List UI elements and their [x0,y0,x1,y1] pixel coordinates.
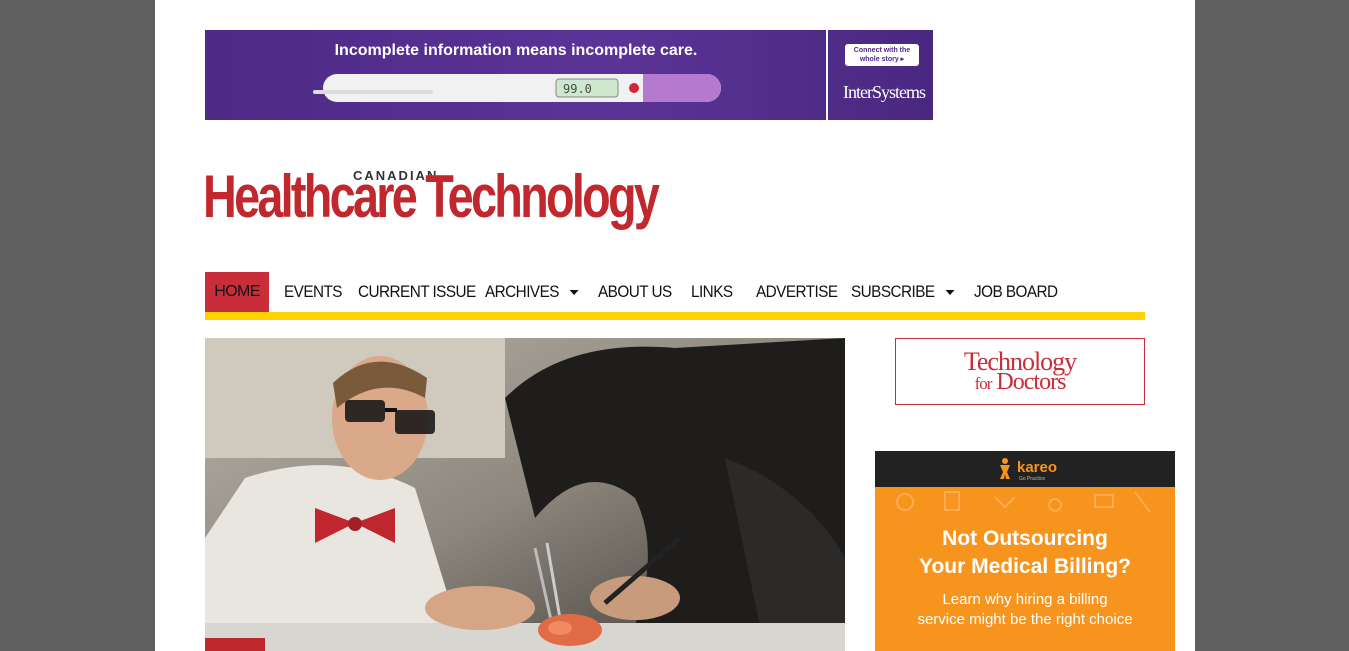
nav-job-board[interactable]: JOB BOARD [974,272,1058,312]
ad-headline: Incomplete information means incomplete … [334,42,698,59]
ad-divider [826,30,828,120]
hero-image[interactable] [205,338,845,651]
site-logo[interactable]: CANADIAN Healthcare Technology [203,163,660,246]
nav-current-issue-label: CURRENT ISSUE [358,282,476,301]
logo-name: Healthcare Technology [203,163,660,230]
kareo-person-icon [1000,458,1010,479]
connect-line-2: whole story ▸ [859,56,905,63]
chevron-down-icon [945,290,955,296]
technology-for-doctors-banner[interactable]: Technology for Doctors [895,338,1145,405]
top-banner-ad[interactable]: Incomplete information means incomplete … [205,30,933,120]
chevron-down-icon [569,290,579,296]
nav-archives-label: ARCHIVES [485,282,559,301]
nav-about-us[interactable]: ABOUT US [598,272,672,312]
nav-subscribe[interactable]: SUBSCRIBE [851,272,955,312]
connect-line-1: Connect with the [853,47,911,54]
thermometer-image: 99.0 [313,74,721,102]
tfd-line-2-wrapper: for Doctors [896,369,1144,396]
thermometer-reading: 99.0 [563,82,592,96]
nav-underline-bar [205,312,1145,320]
intersystems-logo: InterSystems [843,82,926,102]
nav-archives[interactable]: ARCHIVES [485,272,579,312]
nav-links[interactable]: LINKS [691,272,733,312]
kareo-ad[interactable]: kareo Go Practice Not Outsourcing Your M… [875,451,1175,651]
kareo-brand-sub: Go Practice [1019,476,1046,482]
nav-home[interactable]: HOME [205,272,269,312]
kareo-sub-2: service might be the right choice [917,611,1133,628]
kareo-pattern-icon [896,491,1151,513]
tfd-for: for [974,374,993,393]
nav-job-board-label: JOB BOARD [974,282,1058,301]
nav-events-label: EVENTS [284,282,343,301]
main-nav: HOME EVENTS CURRENT ISSUE ARCHIVES ABOUT… [205,272,1145,312]
kareo-brand: kareo [1017,459,1058,476]
hero-illustration [205,338,845,651]
kareo-headline-2: Your Medical Billing? [919,555,1131,578]
nav-advertise-label: ADVERTISE [756,282,838,301]
nav-advertise[interactable]: ADVERTISE [756,272,838,312]
nav-subscribe-label: SUBSCRIBE [851,282,935,301]
connect-button[interactable]: Connect with the whole story ▸ [845,44,919,66]
nav-links-label: LINKS [691,282,733,301]
nav-about-us-label: ABOUT US [598,282,672,301]
nav-home-label: HOME [214,283,260,300]
nav-events[interactable]: EVENTS [284,272,343,312]
page: Incomplete information means incomplete … [155,0,1195,651]
tfd-doctors: Doctors [996,369,1066,395]
kareo-sub-1: Learn why hiring a billing [942,591,1108,608]
nav-current-issue[interactable]: CURRENT ISSUE [358,272,476,312]
kareo-headline-1: Not Outsourcing [942,527,1108,550]
